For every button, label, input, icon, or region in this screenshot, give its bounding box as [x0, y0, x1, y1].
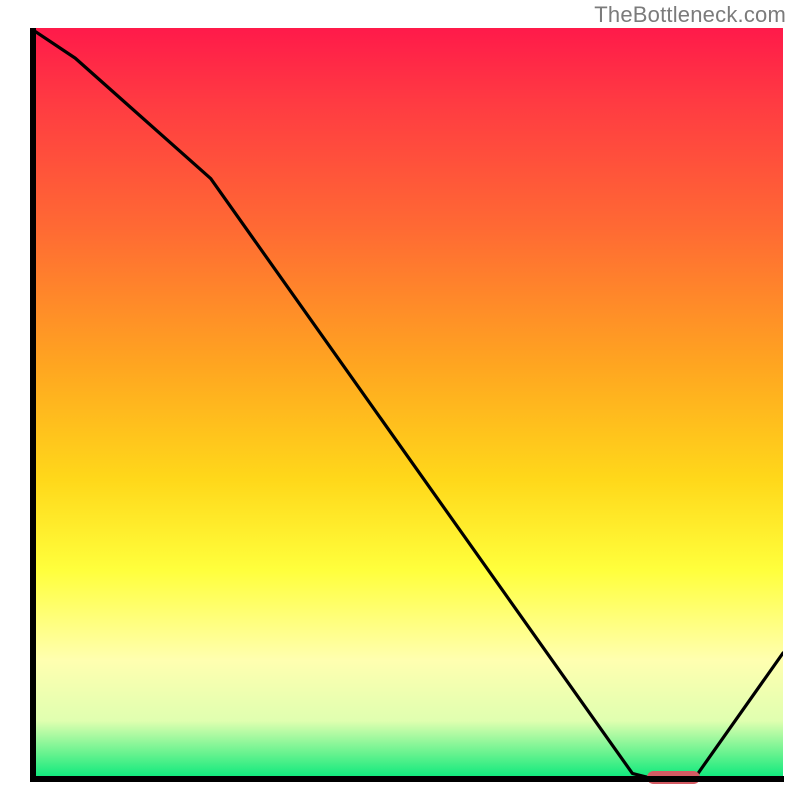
attribution-text: TheBottleneck.com: [594, 2, 786, 28]
x-axis: [30, 776, 784, 782]
chart-frame: [30, 28, 783, 781]
plot-gradient-background: [30, 28, 783, 781]
y-axis: [30, 28, 36, 782]
